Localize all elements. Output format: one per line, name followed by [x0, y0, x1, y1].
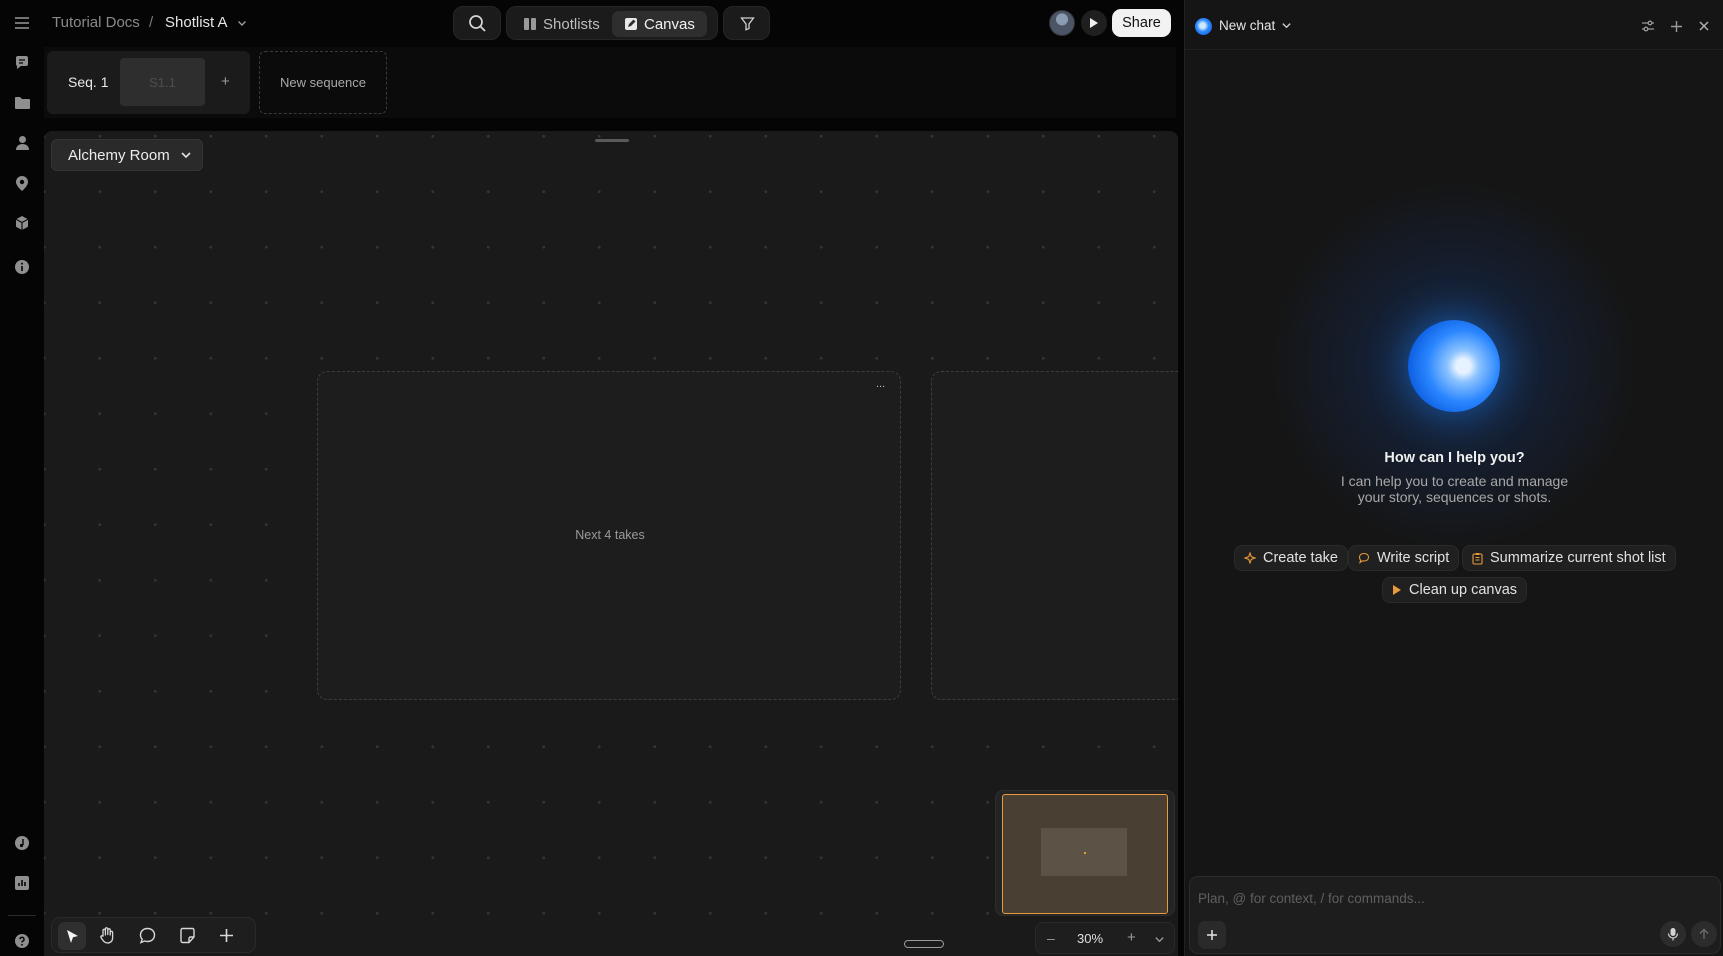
- chart-icon[interactable]: [10, 871, 34, 895]
- chat-input[interactable]: Plan, @ for context, / for commands...: [1198, 891, 1425, 906]
- plus-icon[interactable]: [217, 926, 236, 945]
- chat-icon[interactable]: [10, 51, 34, 75]
- hand-icon[interactable]: [98, 926, 117, 945]
- help-icon[interactable]: [10, 929, 34, 953]
- microphone-button[interactable]: [1660, 921, 1686, 947]
- new-sequence-button[interactable]: New sequence: [259, 51, 387, 114]
- frame-label: Next 4 takes: [575, 528, 645, 542]
- zoom-controls: – 30% +: [1035, 922, 1175, 954]
- cube-icon[interactable]: [10, 211, 34, 235]
- minimap-viewport[interactable]: [1002, 794, 1168, 914]
- select-tool[interactable]: [58, 922, 86, 950]
- chat-subtitle-2: your story, sequences or shots.: [1357, 489, 1552, 505]
- settings-sliders-icon[interactable]: [1636, 14, 1660, 38]
- shot-thumbnail[interactable]: S1.1: [120, 58, 205, 106]
- chat-subtitle-1: I can help you to create and manage: [1340, 473, 1569, 489]
- suggestion-write-script[interactable]: Write script: [1348, 545, 1460, 571]
- chat-panel: New chat How can I help you? I can help …: [1184, 0, 1723, 956]
- chat-orb-icon: [1195, 18, 1212, 35]
- pencil-square-icon: [624, 17, 638, 31]
- horizontal-scrollbar[interactable]: [904, 940, 944, 948]
- take-frame-partial[interactable]: [931, 371, 1178, 700]
- suggestion-label: Summarize current shot list: [1490, 550, 1666, 566]
- suggestion-label: Create take: [1263, 550, 1338, 566]
- sparkle-icon: [1244, 552, 1256, 564]
- tab-shotlists[interactable]: Shotlists: [511, 11, 612, 37]
- rail-divider: [8, 915, 36, 916]
- plus-icon: [1206, 929, 1218, 941]
- sticky-note-icon[interactable]: [178, 926, 197, 945]
- chat-heading: How can I help you?: [1384, 450, 1525, 466]
- user-icon[interactable]: [10, 131, 34, 155]
- chevron-down-icon[interactable]: [236, 17, 248, 29]
- info-icon[interactable]: [10, 255, 34, 279]
- columns-icon: [523, 17, 537, 31]
- tab-shotlists-label: Shotlists: [543, 15, 600, 33]
- microphone-icon: [1667, 927, 1679, 941]
- speech-bubble-icon: [1358, 552, 1370, 564]
- play-icon: [1089, 17, 1099, 29]
- sequence-tab[interactable]: Seq. 1 S1.1 +: [47, 51, 250, 114]
- chevron-down-icon[interactable]: [1281, 20, 1292, 31]
- minimap[interactable]: [995, 790, 1175, 916]
- filter-button[interactable]: [723, 6, 770, 40]
- arrow-up-icon: [1698, 928, 1710, 940]
- search-button[interactable]: [453, 6, 501, 40]
- search-icon: [468, 14, 487, 33]
- suggestion-label: Write script: [1377, 550, 1450, 566]
- zoom-level[interactable]: 30%: [1077, 931, 1103, 946]
- tab-canvas[interactable]: Canvas: [612, 11, 707, 37]
- chat-input-box: Plan, @ for context, / for commands...: [1189, 876, 1721, 954]
- location-select-value: Alchemy Room: [68, 146, 170, 164]
- music-icon[interactable]: [10, 831, 34, 855]
- share-button[interactable]: Share: [1112, 9, 1171, 37]
- play-button[interactable]: [1081, 10, 1107, 36]
- left-rail: [0, 0, 44, 956]
- minimap-dot: [1084, 852, 1086, 854]
- avatar[interactable]: [1049, 10, 1075, 36]
- send-button[interactable]: [1691, 921, 1717, 947]
- attach-button[interactable]: [1198, 921, 1226, 949]
- view-switch: Shotlists Canvas: [506, 6, 718, 40]
- breadcrumb-root[interactable]: Tutorial Docs: [52, 14, 140, 31]
- close-icon[interactable]: [1692, 14, 1716, 38]
- cursor-icon: [1392, 584, 1402, 596]
- chat-title[interactable]: New chat: [1219, 18, 1275, 33]
- canvas-toolbar: [51, 917, 256, 953]
- resize-handle[interactable]: [595, 139, 629, 142]
- suggestion-clean-up-canvas[interactable]: Clean up canvas: [1382, 577, 1528, 603]
- frame-menu-button[interactable]: ...: [876, 378, 885, 390]
- chat-header-divider: [1185, 49, 1723, 50]
- location-icon[interactable]: [10, 171, 34, 195]
- zoom-in-button[interactable]: +: [1127, 929, 1136, 946]
- take-frame[interactable]: ... Next 4 takes: [317, 371, 901, 700]
- breadcrumb-separator: /: [149, 14, 154, 31]
- sequence-label: Seq. 1: [68, 74, 109, 90]
- chevron-down-icon: [180, 149, 192, 161]
- assistant-orb: [1408, 320, 1500, 412]
- filter-icon: [740, 16, 755, 31]
- comment-icon[interactable]: [138, 926, 157, 945]
- new-chat-plus-icon[interactable]: [1664, 14, 1688, 38]
- suggestion-create-take[interactable]: Create take: [1234, 545, 1348, 571]
- menu-icon[interactable]: [10, 11, 34, 35]
- chevron-down-icon[interactable]: [1154, 934, 1165, 945]
- zoom-out-button[interactable]: –: [1047, 930, 1055, 946]
- suggestion-label: Clean up canvas: [1409, 582, 1518, 598]
- suggestion-summarize-shot-list[interactable]: Summarize current shot list: [1462, 545, 1676, 571]
- folder-icon[interactable]: [10, 91, 34, 115]
- clipboard-icon: [1472, 552, 1483, 565]
- breadcrumb-current[interactable]: Shotlist A: [165, 14, 228, 31]
- location-select[interactable]: Alchemy Room: [51, 139, 203, 171]
- select-icon: [66, 929, 79, 944]
- add-shot-button[interactable]: +: [221, 73, 230, 90]
- tab-canvas-label: Canvas: [644, 15, 695, 33]
